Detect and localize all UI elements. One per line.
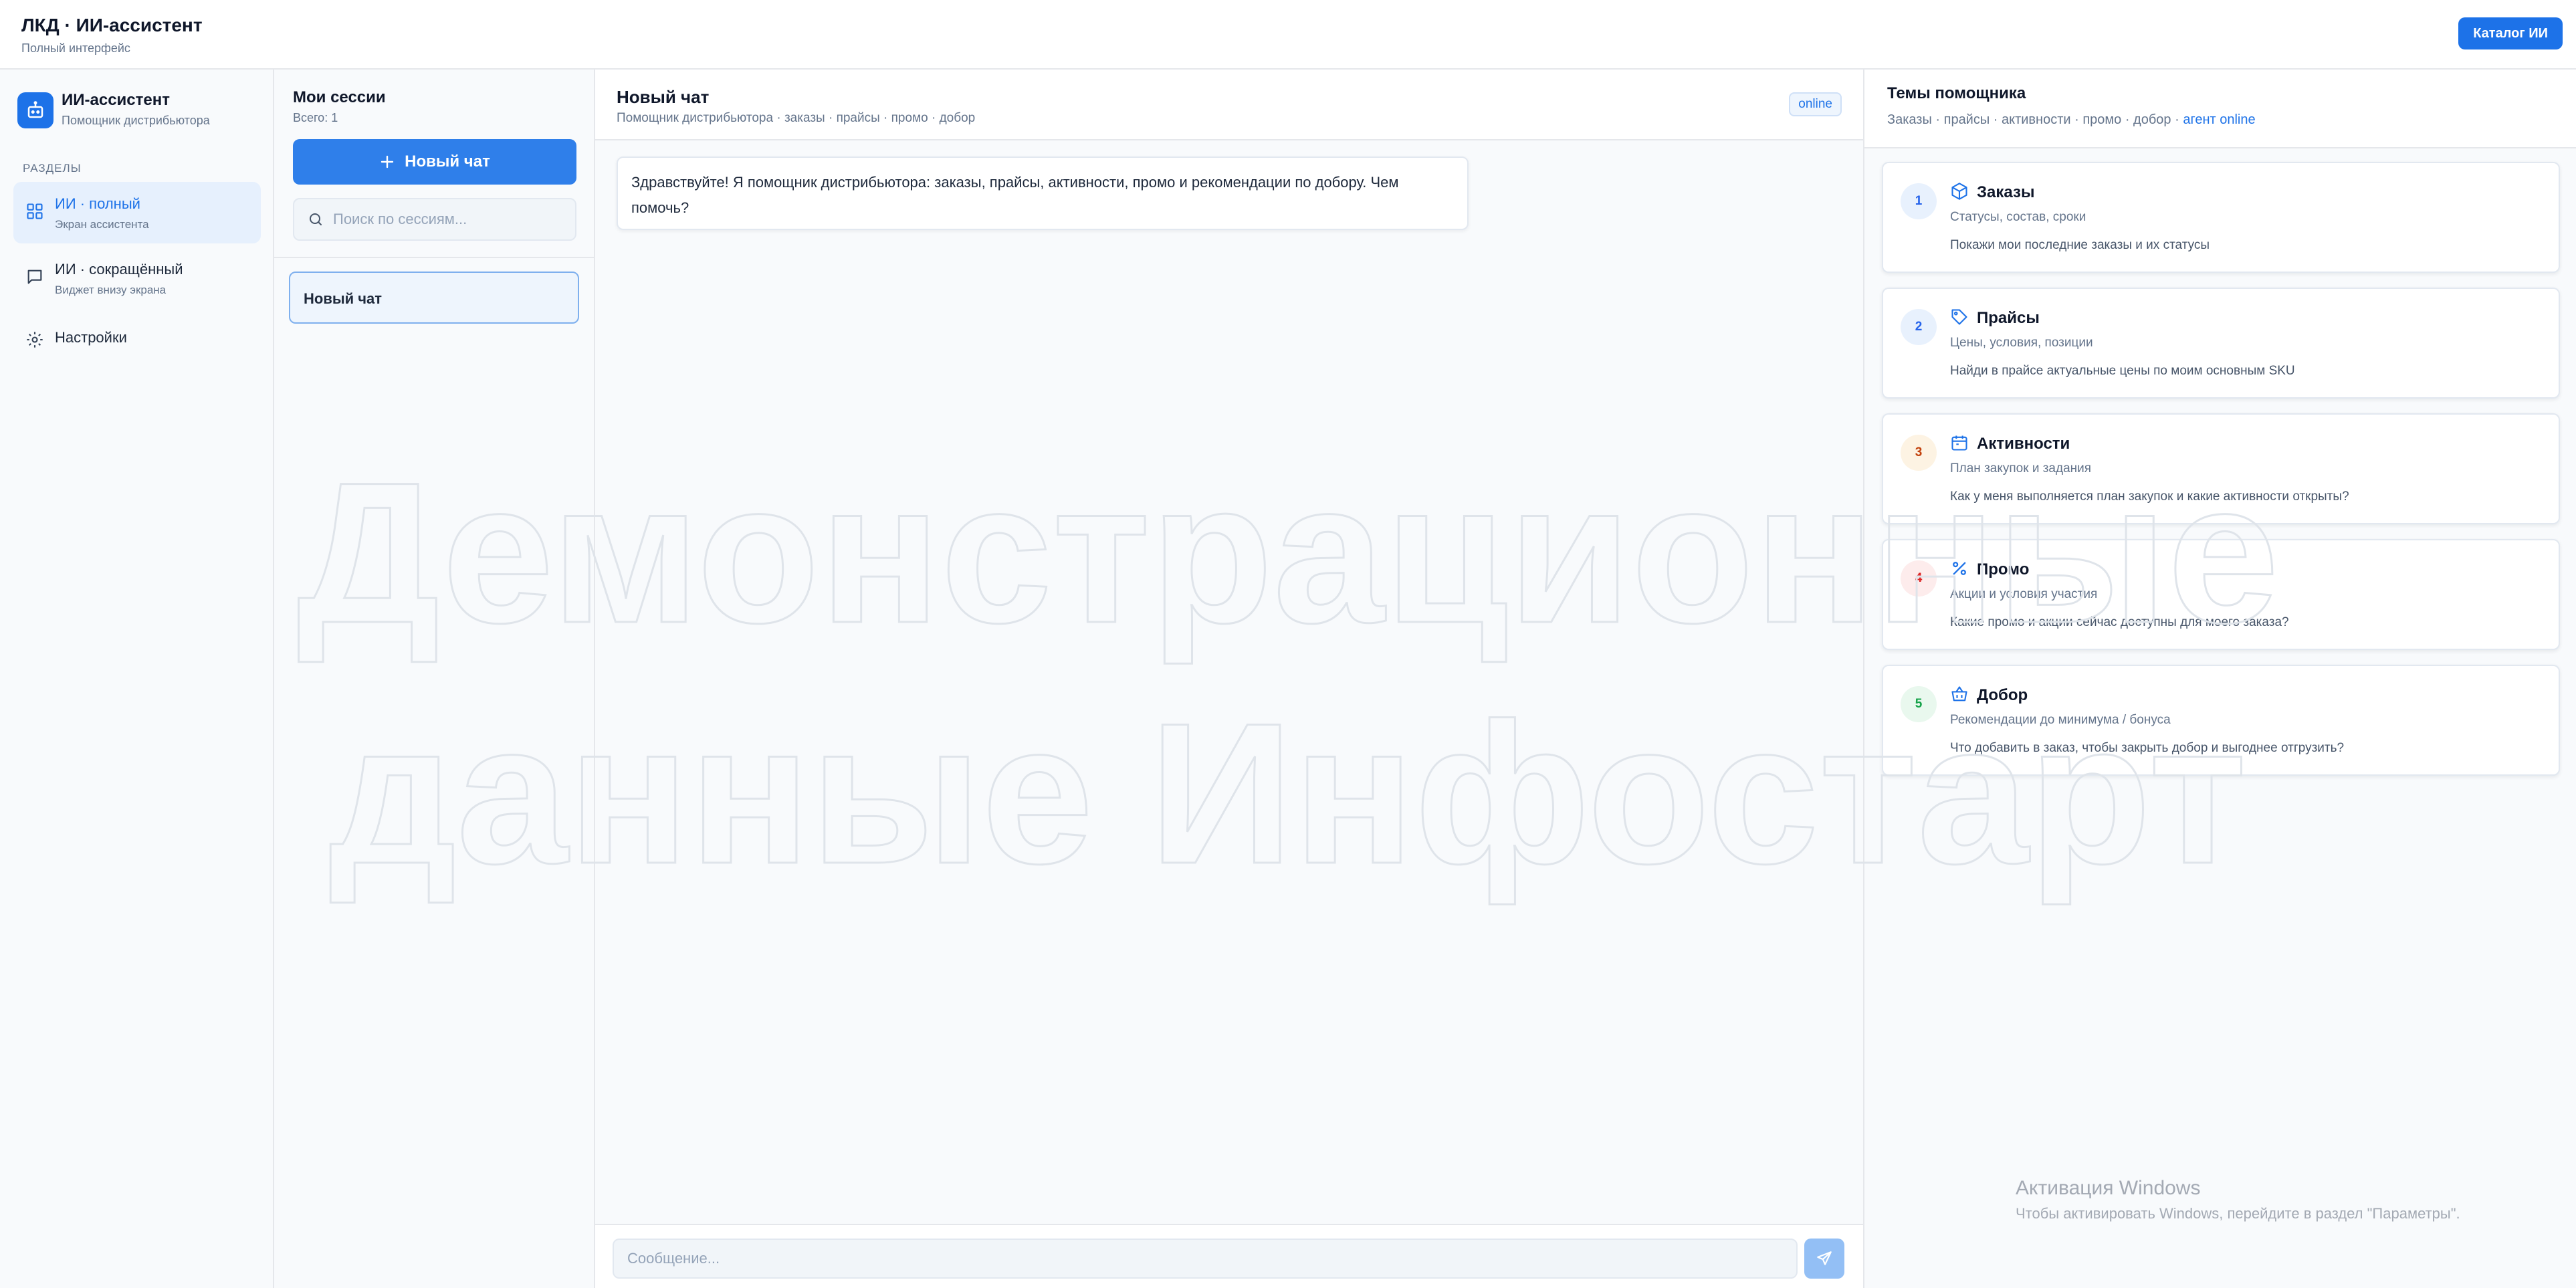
topic-card-orders[interactable]: 1 Заказы Статусы, состав, сроки Покажи м…	[1882, 162, 2560, 273]
nav-item-compact[interactable]: ИИ · сокращённый Виджет внизу экрана	[13, 247, 261, 309]
brand-subtitle: Помощник дистрибьютора	[62, 114, 210, 127]
chat-panel: Новый чат Помощник дистрибьютора · заказ…	[595, 70, 1864, 1288]
agent-status: агент online	[2183, 112, 2256, 127]
topic-subtitle: План закупок и задания	[1950, 461, 2092, 475]
windows-activation-notice: Активация Windows Чтобы активировать Win…	[2016, 1177, 2460, 1222]
session-search-input[interactable]	[333, 211, 560, 228]
nav-item-label: ИИ · полный	[55, 195, 140, 212]
send-icon	[1817, 1251, 1832, 1265]
topic-prompt: Как у меня выполняется план закупок и ка…	[1950, 490, 2349, 504]
assistant-message: Здравствуйте! Я помощник дистрибьютора: …	[617, 156, 1469, 230]
topic-subtitle: Статусы, состав, сроки	[1950, 210, 2086, 224]
chat-header: Новый чат Помощник дистрибьютора · заказ…	[595, 70, 1863, 140]
chat-subtitle: Помощник дистрибьютора · заказы · прайсы…	[617, 111, 976, 125]
new-chat-button[interactable]: Новый чат	[293, 139, 576, 185]
app-subtitle: Полный интерфейс	[21, 41, 130, 55]
send-button[interactable]	[1804, 1239, 1844, 1279]
bot-icon	[17, 92, 53, 128]
brand-title: ИИ-ассистент	[62, 91, 170, 109]
session-search	[293, 198, 576, 241]
topics-subtitle-text: Заказы · прайсы · активности · промо · д…	[1887, 112, 2179, 127]
topic-title: Заказы	[1977, 183, 2035, 201]
session-item-label: Новый чат	[304, 290, 383, 307]
topic-number: 1	[1901, 183, 1937, 219]
nav-item-full[interactable]: ИИ · полный Экран ассистента	[13, 182, 261, 243]
topic-card-promo[interactable]: 4 Промо Акции и условия участия Какие пр…	[1882, 539, 2560, 650]
session-item[interactable]: Новый чат	[289, 272, 579, 324]
topic-title: Промо	[1977, 560, 2030, 578]
nav-item-sub: Виджет внизу экрана	[55, 284, 167, 296]
app-title: ЛКД · ИИ-ассистент	[21, 15, 203, 35]
nav-section-label: РАЗДЕЛЫ	[23, 162, 82, 175]
topic-number: 4	[1901, 560, 1937, 597]
topic-title: Активности	[1977, 435, 2070, 453]
topic-prompt: Какие промо и акции сейчас доступны для …	[1950, 615, 2289, 629]
nav-item-label: ИИ · сокращённый	[55, 261, 183, 278]
topics-panel: Темы помощника Заказы · прайсы · активно…	[1864, 70, 2576, 1288]
new-chat-label: Новый чат	[405, 152, 490, 171]
topic-title: Прайсы	[1977, 309, 2040, 327]
topics-header: Темы помощника Заказы · прайсы · активно…	[1864, 70, 2576, 148]
box-icon	[1951, 183, 1967, 200]
windows-activation-title: Активация Windows	[2016, 1177, 2201, 1199]
nav-item-label: Настройки	[55, 329, 127, 346]
tag-icon	[1951, 309, 1967, 325]
topic-number: 5	[1901, 686, 1937, 722]
topic-prompt: Покажи мои последние заказы и их статусы	[1950, 238, 2210, 252]
chat-title: Новый чат	[617, 87, 710, 107]
topic-number: 2	[1901, 309, 1937, 345]
message-input[interactable]	[613, 1239, 1798, 1279]
topic-card-topup[interactable]: 5 Добор Рекомендации до минимума / бонус…	[1882, 665, 2560, 776]
chat-bubble-icon	[27, 270, 42, 284]
percent-icon	[1953, 562, 1966, 575]
windows-activation-subtitle: Чтобы активировать Windows, перейдите в …	[2016, 1205, 2460, 1222]
top-bar: ЛКД · ИИ-ассистент Полный интерфейс Ката…	[0, 0, 2576, 70]
sessions-panel: Мои сессии Всего: 1 Новый чат Новый чат	[274, 70, 595, 1288]
sessions-divider	[274, 257, 594, 258]
composer	[595, 1224, 1863, 1288]
calendar-icon	[1951, 435, 1967, 451]
sessions-title: Мои сессии	[293, 88, 386, 106]
status-badge: online	[1789, 92, 1842, 116]
topic-subtitle: Акции и условия участия	[1950, 587, 2098, 601]
sessions-count: Всего: 1	[293, 111, 338, 124]
topic-subtitle: Рекомендации до минимума / бонуса	[1950, 713, 2171, 727]
topic-title: Добор	[1977, 686, 2028, 704]
grid-icon	[27, 203, 43, 219]
gear-icon	[27, 332, 43, 348]
topics-subtitle: Заказы · прайсы · активности · промо · д…	[1887, 112, 2256, 128]
topic-card-activities[interactable]: 3 Активности План закупок и задания Как …	[1882, 413, 2560, 524]
topic-subtitle: Цены, условия, позиции	[1950, 336, 2093, 350]
search-icon	[310, 213, 322, 225]
plus-icon	[381, 155, 394, 169]
basket-icon	[1951, 686, 1967, 702]
topic-prompt: Что добавить в заказ, чтобы закрыть добо…	[1950, 741, 2345, 755]
nav-item-sub: Экран ассистента	[55, 218, 149, 231]
catalog-button[interactable]: Каталог ИИ	[2458, 17, 2563, 49]
topic-card-prices[interactable]: 2 Прайсы Цены, условия, позиции Найди в …	[1882, 288, 2560, 399]
topic-prompt: Найди в прайсе актуальные цены по моим о…	[1950, 364, 2295, 378]
left-nav: ИИ-ассистент Помощник дистрибьютора РАЗД…	[0, 70, 274, 1288]
nav-item-settings[interactable]: Настройки	[13, 308, 261, 369]
topics-title: Темы помощника	[1887, 84, 2026, 102]
topic-number: 3	[1901, 435, 1937, 471]
